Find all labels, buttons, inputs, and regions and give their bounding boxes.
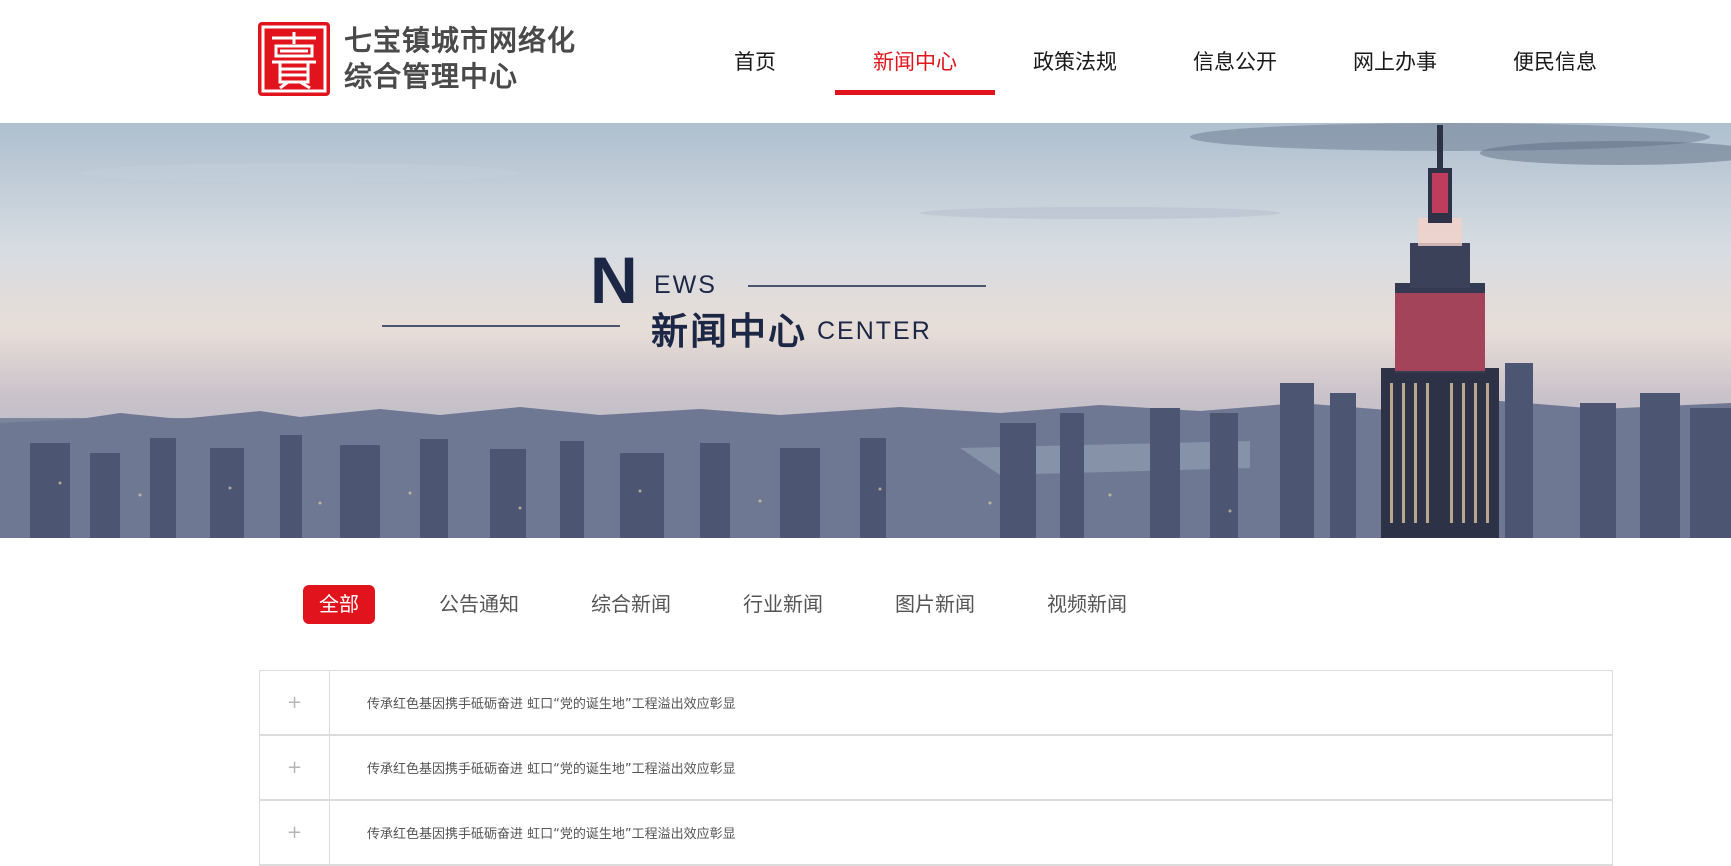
news-title[interactable]: 传承红色基因携手砥砺奋进 虹口“党的诞生地”工程溢出效应彰显: [367, 758, 736, 777]
news-banner: N EWS 新闻中心 CENTER: [0, 123, 1731, 538]
banner-small-en: EWS: [654, 271, 717, 299]
expand-plus-icon[interactable]: +: [260, 736, 330, 799]
expand-plus-icon[interactable]: +: [260, 671, 330, 734]
nav-item-online-services[interactable]: 网上办事: [1315, 0, 1475, 123]
news-title[interactable]: 传承红色基因携手砥砺奋进 虹口“党的诞生地”工程溢出效应彰显: [367, 693, 736, 712]
logo-text: 七宝镇城市网络化 综合管理中心: [344, 23, 576, 95]
banner-cn-title: 新闻中心: [651, 310, 807, 353]
category-tabs: 全部 公告通知 综合新闻 行业新闻 图片新闻 视频新闻: [303, 585, 1183, 624]
tab-general-news[interactable]: 综合新闻: [575, 585, 687, 624]
banner-line-top: [748, 285, 986, 287]
banner-line-bottom: [382, 325, 620, 327]
list-item[interactable]: + 传承红色基因携手砥砺奋进 虹口“党的诞生地”工程溢出效应彰显: [259, 671, 1613, 736]
banner-big-letter: N: [590, 243, 638, 317]
nav-item-public-info[interactable]: 便民信息: [1475, 0, 1635, 123]
logo-line-2: 综合管理中心: [344, 60, 519, 93]
nav-item-home[interactable]: 首页: [675, 0, 835, 123]
nav-item-news-center[interactable]: 新闻中心: [835, 0, 995, 123]
nav-item-info-disclosure[interactable]: 信息公开: [1155, 0, 1315, 123]
main-nav: 首页 新闻中心 政策法规 信息公开 网上办事 便民信息: [675, 0, 1635, 123]
tab-announcements[interactable]: 公告通知: [423, 585, 535, 624]
tab-photo-news[interactable]: 图片新闻: [879, 585, 991, 624]
news-list: + 传承红色基因携手砥砺奋进 虹口“党的诞生地”工程溢出效应彰显 + 传承红色基…: [259, 670, 1613, 866]
site-header: 七宝镇城市网络化 综合管理中心 首页 新闻中心 政策法规 信息公开 网上办事 便…: [0, 0, 1731, 123]
news-title[interactable]: 传承红色基因携手砥砺奋进 虹口“党的诞生地”工程溢出效应彰显: [367, 823, 736, 842]
site-logo[interactable]: 七宝镇城市网络化 综合管理中心: [258, 22, 576, 96]
tab-video-news[interactable]: 视频新闻: [1031, 585, 1143, 624]
seal-logo-icon: [258, 22, 330, 96]
logo-line-1: 七宝镇城市网络化: [344, 24, 577, 57]
nav-item-policies[interactable]: 政策法规: [995, 0, 1155, 123]
tab-all[interactable]: 全部: [303, 585, 375, 624]
tab-industry-news[interactable]: 行业新闻: [727, 585, 839, 624]
expand-plus-icon[interactable]: +: [260, 801, 330, 864]
list-item[interactable]: + 传承红色基因携手砥砺奋进 虹口“党的诞生地”工程溢出效应彰显: [259, 801, 1613, 866]
list-item[interactable]: + 传承红色基因携手砥砺奋进 虹口“党的诞生地”工程溢出效应彰显: [259, 736, 1613, 801]
banner-en-suffix: CENTER: [817, 317, 932, 345]
banner-title: N EWS 新闻中心 CENTER: [0, 123, 1731, 538]
